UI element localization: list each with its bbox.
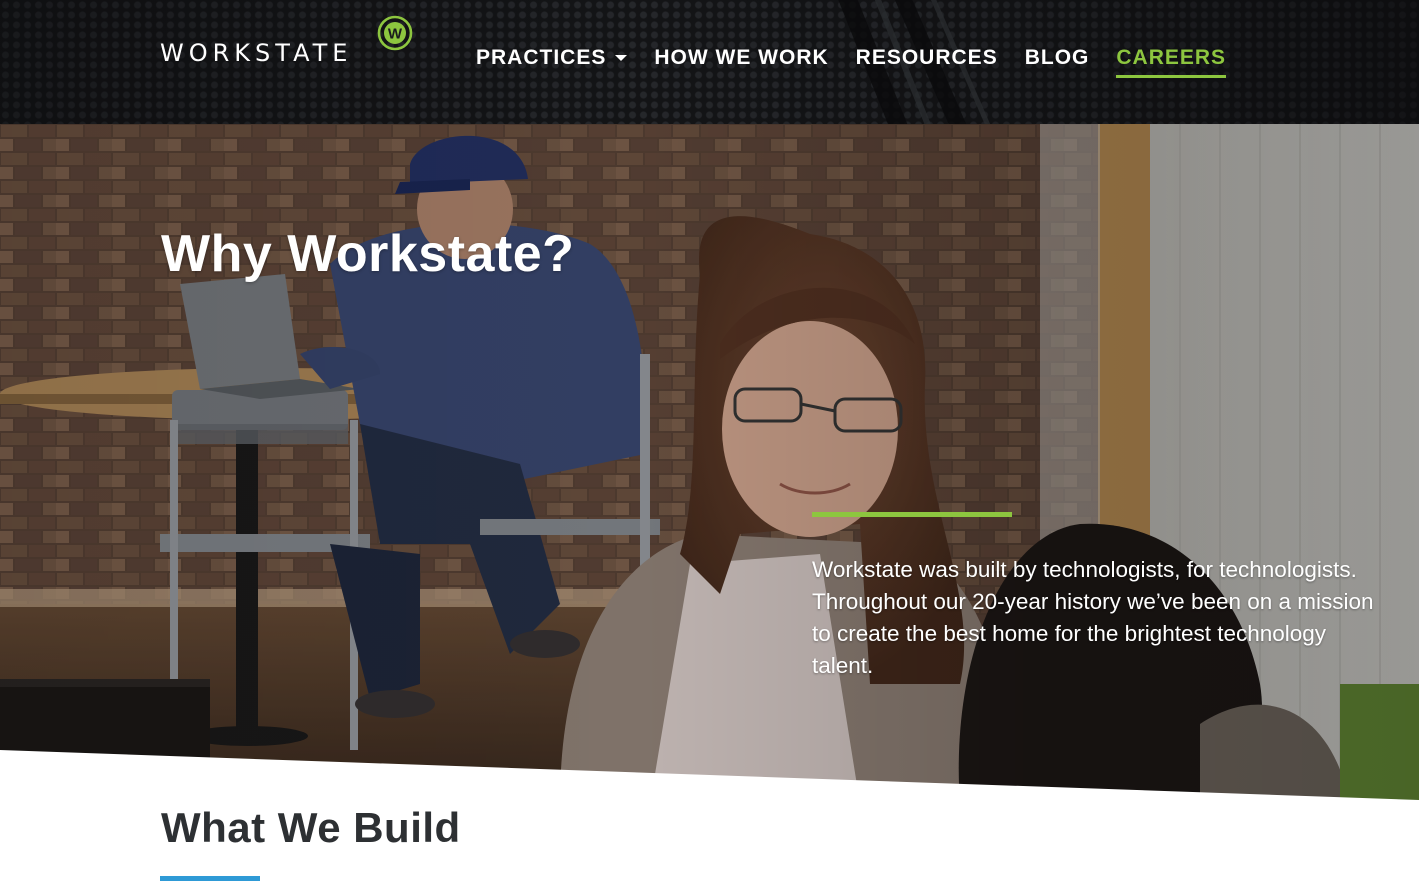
main-nav: PRACTICES HOW WE WORK RESOURCES BLOG CAR… [476, 40, 1253, 78]
nav-item-label: BLOG [1024, 46, 1090, 69]
chevron-down-icon [615, 55, 628, 61]
nav-item-practices[interactable]: PRACTICES [476, 40, 628, 76]
hero-title: Why Workstate? [161, 225, 575, 283]
logo-wordmark: WORKSTATE [160, 39, 353, 67]
nav-item-label: PRACTICES [476, 46, 607, 69]
nav-item-label: CAREERS [1116, 46, 1227, 69]
hero-section: Why Workstate? Workstate was built by te… [0, 124, 1419, 804]
site-header: WORKSTATE W PRACTICES HOW WE WORK RESOUR… [0, 0, 1419, 124]
nav-item-blog[interactable]: BLOG [1025, 40, 1090, 76]
hero-accent-divider [812, 512, 1012, 517]
nav-item-label: RESOURCES [855, 46, 998, 69]
nav-item-how-we-work[interactable]: HOW WE WORK [654, 40, 828, 76]
workstate-logo[interactable]: WORKSTATE W [160, 14, 413, 70]
section-title-what-we-build: What We Build [161, 804, 461, 851]
section-accent-divider [160, 876, 260, 881]
hero-description: Workstate was built by technologists, fo… [812, 557, 1374, 678]
nav-item-resources[interactable]: RESOURCES [856, 40, 998, 76]
logo-mark-letter: W [388, 26, 403, 43]
nav-item-careers[interactable]: CAREERS [1116, 40, 1227, 78]
logo-w-circle-icon: W [377, 15, 413, 51]
nav-item-label: HOW WE WORK [654, 46, 829, 69]
